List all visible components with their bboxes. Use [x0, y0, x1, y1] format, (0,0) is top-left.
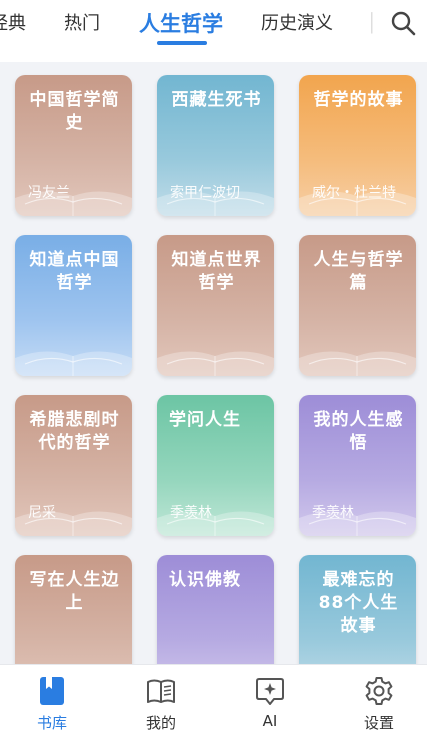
book-grid: 中国哲学简史 冯友兰 西藏生死书 索甲仁波切 哲学的故事 威尔・杜兰特 知道点中… — [0, 62, 427, 664]
book-card[interactable]: 人生与哲学篇 — [299, 235, 416, 376]
book-title: 知道点世界哲学 — [171, 250, 262, 293]
nav-ai-label: AI — [262, 712, 278, 730]
tab-fade — [352, 0, 388, 48]
nav-mine[interactable]: 我的 — [121, 665, 201, 740]
open-book-illustration — [157, 351, 274, 376]
book-title: 我的人生感悟 — [313, 410, 404, 453]
book-title: 认识佛教 — [169, 570, 241, 590]
book-card[interactable]: 希腊悲剧时代的哲学 尼采 — [15, 395, 132, 536]
book-card[interactable]: 最难忘的88个人生故事 — [299, 555, 416, 664]
book-title: 西藏生死书 — [171, 90, 262, 110]
nav-settings-label: 设置 — [363, 714, 394, 732]
book-card[interactable]: 西藏生死书 索甲仁波切 — [157, 75, 274, 216]
nav-mine-label: 我的 — [145, 714, 176, 732]
open-book-illustration — [157, 191, 274, 216]
open-book-illustration — [157, 511, 274, 536]
book-title: 哲学的故事 — [313, 90, 404, 110]
bottom-navigation: 书库 我的 AI 设置 — [0, 664, 427, 740]
book-card[interactable]: 学问人生 季羡林 — [157, 395, 274, 536]
active-tab-indicator — [157, 41, 207, 45]
tab-life-philosophy[interactable]: 人生哲学 — [139, 10, 223, 38]
nav-library[interactable]: 书库 — [12, 665, 92, 740]
tab-historical-fiction[interactable]: 历史演义 — [261, 12, 333, 36]
book-title: 人生与哲学篇 — [313, 250, 404, 293]
open-book-illustration — [299, 511, 416, 536]
ai-sparkle-icon — [256, 678, 284, 705]
nav-settings[interactable]: 设置 — [339, 665, 419, 740]
book-title: 中国哲学简史 — [29, 90, 120, 133]
book-title: 最难忘的88个人生故事 — [318, 570, 399, 636]
book-card[interactable]: 我的人生感悟 季羡林 — [299, 395, 416, 536]
book-card[interactable]: 知道点世界哲学 — [157, 235, 274, 376]
book-title: 学问人生 — [169, 410, 241, 430]
open-book-illustration — [15, 351, 132, 376]
book-title: 希腊悲剧时代的哲学 — [29, 410, 120, 453]
open-book-illustration — [15, 191, 132, 216]
tab-classic[interactable]: 经典 — [0, 12, 26, 36]
tab-popular[interactable]: 热门 — [64, 12, 100, 36]
book-card[interactable]: 中国哲学简史 冯友兰 — [15, 75, 132, 216]
book-card[interactable]: 知道点中国哲学 — [15, 235, 132, 376]
open-book-illustration — [299, 351, 416, 376]
book-card[interactable]: 写在人生边上 — [15, 555, 132, 664]
book-card[interactable]: 认识佛教 — [157, 555, 274, 664]
book-title: 写在人生边上 — [29, 570, 120, 613]
nav-library-label: 书库 — [36, 714, 67, 732]
category-tab-bar: 经典 热门 人生哲学 历史演义 ▏ — [0, 0, 427, 62]
book-title: 知道点中国哲学 — [29, 250, 120, 293]
nav-ai[interactable]: AI — [230, 665, 310, 740]
bookmark-icon — [40, 677, 64, 705]
book-card[interactable]: 哲学的故事 威尔・杜兰特 — [299, 75, 416, 216]
open-book-illustration — [15, 511, 132, 536]
gear-icon — [365, 677, 393, 705]
search-button[interactable] — [388, 8, 420, 40]
search-icon — [391, 11, 416, 36]
open-book-illustration — [299, 191, 416, 216]
open-book-icon — [147, 679, 175, 703]
